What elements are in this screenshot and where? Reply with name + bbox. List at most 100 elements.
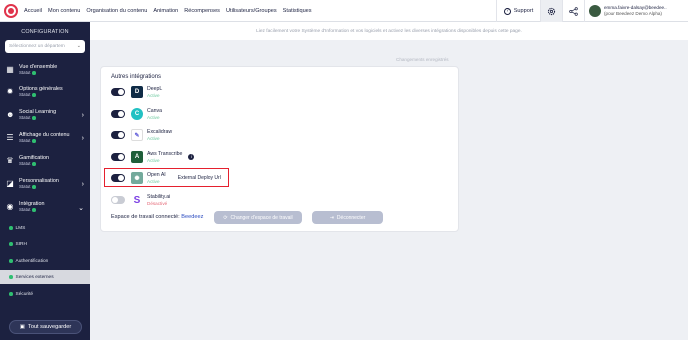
sidebar-item-vue-ensemble[interactable]: ▦ Vue d'ensemble Statut [0,64,90,75]
aws-transcribe-icon: A [131,151,143,163]
disconnect-button[interactable]: ⇥ Déconnecter [312,211,383,224]
subitem-label: Services externes [15,274,54,280]
status-dot [32,185,36,189]
integration-row-stability-ai: S Stability.ai Désactivé [111,192,451,208]
chevron-down-icon: ⌄ [76,43,81,49]
status-label: Statut [19,92,31,98]
toggle-switch[interactable] [111,196,125,204]
info-text: Liez facilement votre Système d'Informat… [256,28,522,34]
integration-name: Canva [147,107,162,114]
integration-status: Active [147,92,160,98]
status-dot [9,259,13,263]
trophy-icon: ♛ [6,156,14,165]
integration-row-excalidraw: ✎ Excalidraw Active [111,127,451,143]
status-dot [9,242,13,246]
sidebar-item-social-learning[interactable]: ☻ Social Learning Statut › [0,109,90,120]
status-label: Statut [19,161,31,167]
nav-item-mon-contenu[interactable]: Mon contenu [48,8,80,14]
status-dot [9,226,13,230]
network-button[interactable] [562,0,584,22]
info-icon[interactable]: i [188,154,195,160]
nav-item-animation[interactable]: Animation [153,8,178,14]
department-placeholder: Sélectionnez un départem [9,44,65,49]
status-dot [32,93,36,97]
department-select[interactable]: Sélectionnez un départem ⌄ [5,40,85,53]
integration-row-aws-transcribe: A Aws Transcribe Active i [111,149,451,165]
settings-button[interactable] [540,0,562,22]
app-logo[interactable] [4,3,18,18]
toggle-switch[interactable] [111,153,125,161]
user-menu[interactable]: emma.faivre-dalsay@beedee.. (pour Beedee… [584,0,688,22]
nav-item-recompenses[interactable]: Récompenses [184,8,220,14]
status-label: Statut [19,70,31,76]
sidebar-subitem-sirh[interactable]: SIRH [0,237,90,251]
status-dot [9,275,13,279]
status-dot [9,292,13,296]
sidebar-item-integration[interactable]: ◉ Intégration Statut ⌄ [0,201,90,212]
logout-icon: ⇥ [329,214,334,221]
highlight-box [104,168,229,187]
avatar [589,5,601,17]
excalidraw-icon: ✎ [131,129,143,141]
toggle-switch[interactable] [111,131,125,139]
integration-row-canva: C Canva Active [111,106,451,122]
stability-icon: S [131,194,143,206]
canva-icon: C [131,108,143,120]
subitem-label: SIRH [15,241,27,247]
disconnect-label: Déconnecter [336,214,366,221]
info-banner: Liez facilement votre Système d'Informat… [90,22,688,40]
sidebar-item-personnalisation[interactable]: ◪ Personnalisation Statut › [0,178,90,189]
chevron-down-icon: ⌄ [78,205,84,212]
list-icon: ☰ [6,133,14,142]
nav-item-statistiques[interactable]: Statistiques [283,8,312,14]
sidebar: CONFIGURATION Sélectionnez un départem ⌄… [0,22,90,340]
change-workspace-button[interactable]: ⟳ Changer d'espace de travail [214,211,302,224]
sidebar-subitem-securite[interactable]: Sécurité [0,287,90,301]
status-label: Statut [19,138,31,144]
integration-name: Excalidraw [147,128,173,135]
top-bar: Accueil Mon contenu Organisation du cont… [0,0,688,22]
status-dot [32,139,36,143]
sidebar-item-affichage-contenu[interactable]: ☰ Affichage du contenu Statut › [0,132,90,143]
nav-item-accueil[interactable]: Accueil [24,8,42,14]
status-dot [32,71,36,75]
integration-status: Désactivé [147,200,168,206]
user-org: (pour Beedeez Demo Alpha) [604,11,662,16]
sidebar-item-options-generales[interactable]: ✹ Options générales Statut [0,86,90,97]
toggle-switch[interactable] [111,110,125,118]
social-icon: ☻ [6,110,15,119]
integration-icon: ◉ [6,202,14,211]
integration-name: Aws Transcribe [147,150,183,157]
save-label: Tout sauvegarder [28,324,72,330]
save-all-button[interactable]: ▣ Tout sauvegarder [9,320,82,334]
integration-status: Active [147,114,160,120]
deepl-icon: D [131,86,143,98]
subitem-label: Sécurité [15,291,34,297]
sidebar-item-gamification[interactable]: ♛ Gamification Statut [0,155,90,166]
panel-title: Autres intégrations [111,74,162,80]
status-label: Statut [19,115,31,121]
sidebar-subitem-authentification[interactable]: Authentification [0,254,90,268]
support-button[interactable]: ? Support [496,0,540,22]
workspace-label: Espace de travail connecté: Beedeez [111,214,203,220]
gear-icon [547,7,556,15]
workspace-label-text: Espace de travail connecté: [111,214,180,220]
sidebar-subitem-lms[interactable]: LMS [0,221,90,235]
status-dot [32,162,36,166]
main-nav: Accueil Mon contenu Organisation du cont… [24,8,312,14]
save-icon: ▣ [19,324,26,330]
sidebar-subitem-services-externes[interactable]: Services externes [0,270,90,284]
nav-item-utilisateurs[interactable]: Utilisateurs/Groupes [226,8,277,14]
chevron-right-icon: › [81,181,84,188]
sidebar-title: CONFIGURATION [21,29,69,35]
nav-item-organisation[interactable]: Organisation du contenu [86,8,147,14]
status-label: Statut [19,207,31,213]
integration-name: Stability.ai [147,193,171,200]
grid-icon: ▦ [6,65,14,74]
change-workspace-label: Changer d'espace de travail [230,214,293,221]
integration-status: Active [147,135,160,141]
toggle-switch[interactable] [111,88,125,96]
integration-name: DeepL [147,85,163,92]
subitem-label: LMS [15,225,26,231]
network-icon [569,6,578,16]
